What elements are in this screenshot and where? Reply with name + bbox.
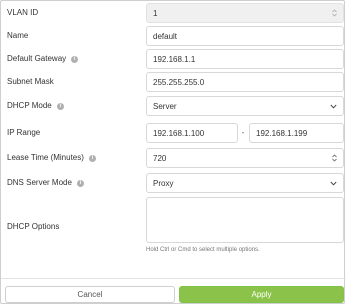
lease-time-label-text: Lease Time (Minutes) — [7, 153, 84, 162]
subnet-input[interactable]: 255.255.255.0 — [146, 72, 344, 92]
info-icon[interactable]: i — [76, 179, 84, 187]
vlan-id-input: 1 — [146, 3, 344, 23]
gateway-value: 192.168.1.1 — [153, 54, 196, 64]
name-input[interactable]: default — [146, 26, 344, 46]
lease-time-input[interactable]: 720 — [146, 148, 344, 168]
subnet-label: Subnet Mask — [7, 72, 54, 92]
dhcp-options-multiselect[interactable] — [146, 197, 344, 243]
lease-time-label: Lease Time (Minutes) i — [7, 148, 96, 168]
dhcp-mode-select[interactable]: Server — [146, 96, 344, 116]
gateway-label: Default Gateway i — [7, 49, 79, 69]
name-label-text: Name — [7, 31, 29, 40]
vlan-id-label: VLAN ID — [7, 3, 38, 23]
dns-mode-label-text: DNS Server Mode — [7, 178, 72, 187]
dns-mode-label: DNS Server Mode i — [7, 173, 84, 193]
dhcp-options-label-text: DHCP Options — [7, 222, 60, 231]
ip-range-end-input[interactable]: 192.168.1.199 — [249, 123, 344, 143]
dhcp-mode-label-text: DHCP Mode — [7, 101, 52, 110]
ip-range-end-value: 192.168.1.199 — [256, 128, 308, 138]
chevron-down-icon — [330, 104, 337, 109]
dhcp-mode-label: DHCP Mode i — [7, 96, 64, 116]
info-icon[interactable]: i — [71, 55, 79, 63]
gateway-label-text: Default Gateway — [7, 54, 67, 63]
vlan-id-label-text: VLAN ID — [7, 8, 39, 17]
dhcp-options-hint: Hold Ctrl or Cmd to select multiple opti… — [146, 247, 260, 253]
ip-range-start-value: 192.168.1.100 — [153, 128, 205, 138]
subnet-label-text: Subnet Mask — [7, 77, 54, 86]
info-icon[interactable]: i — [56, 102, 64, 110]
gateway-input[interactable]: 192.168.1.1 — [146, 49, 344, 69]
dns-mode-select[interactable]: Proxy — [146, 173, 344, 193]
cancel-button[interactable]: Cancel — [5, 286, 175, 303]
name-value: default — [153, 31, 178, 41]
vlan-id-value: 1 — [153, 8, 158, 18]
dhcp-mode-value: Server — [153, 101, 177, 111]
dhcp-options-label: DHCP Options — [7, 217, 59, 237]
ip-range-label-text: IP Range — [7, 128, 41, 137]
ip-range-start-input[interactable]: 192.168.1.100 — [146, 123, 238, 143]
subnet-value: 255.255.255.0 — [153, 77, 205, 87]
ip-range-label: IP Range — [7, 123, 40, 143]
ip-range-separator: - — [241, 128, 245, 137]
lease-time-stepper-icon[interactable] — [331, 154, 337, 163]
name-label: Name — [7, 26, 28, 46]
chevron-down-icon — [330, 181, 337, 186]
vlan-settings-panel: VLAN ID 1 Name default Default Gateway i… — [0, 0, 346, 304]
vlan-id-stepper-icon — [331, 9, 337, 18]
footer-divider — [1, 278, 346, 279]
apply-button[interactable]: Apply — [179, 286, 344, 303]
lease-time-value: 720 — [153, 153, 167, 163]
info-icon[interactable]: i — [88, 154, 96, 162]
dns-mode-value: Proxy — [153, 178, 174, 188]
